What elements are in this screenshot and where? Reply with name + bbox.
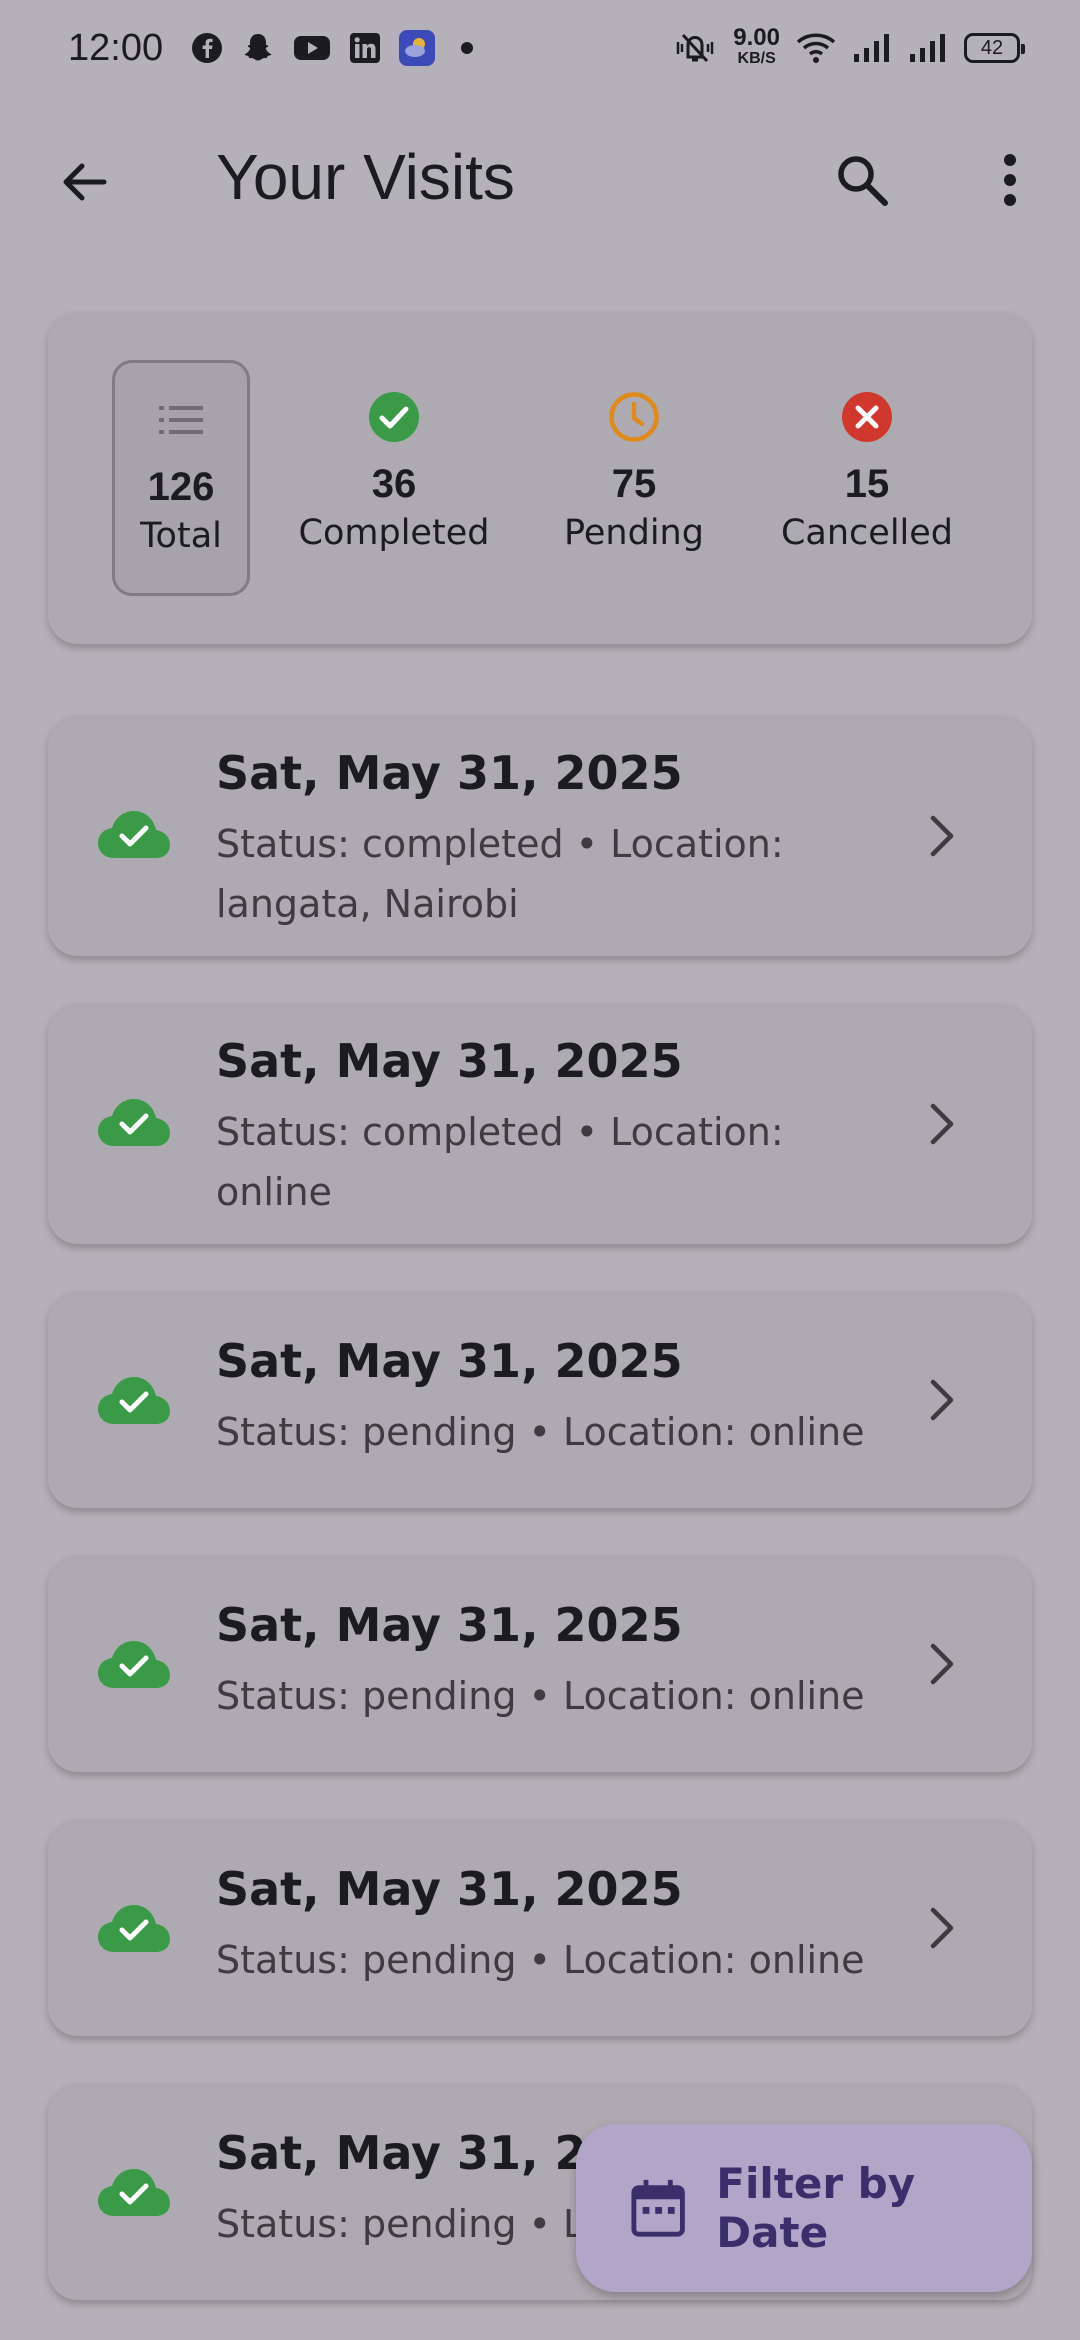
weather-app-icon [399,30,436,66]
stat-label: Cancelled [780,513,954,553]
snapchat-icon [241,31,275,65]
visit-list-item[interactable]: Sat, May 31, 2025 Status: pending • Loca… [48,1820,1032,2036]
visit-date: Sat, May 31, 2025 [216,1334,683,1388]
visit-subtitle: Status: pending • Location: online [216,1674,865,1718]
filter-by-date-button[interactable]: Filter by Date [576,2124,1032,2292]
cloud-done-icon [98,1377,170,1424]
stat-total[interactable]: 126 Total [112,360,250,596]
net-speed: 9.00 KB/S [733,25,780,68]
stat-count: 15 [844,462,890,506]
list-icon [154,393,208,447]
check-circle-icon [367,390,421,444]
visit-subtitle: Status: completed • Location: langata, N… [216,814,856,934]
more-options-button[interactable] [978,148,1042,212]
visit-list-item[interactable]: Sat, May 31, 2025 Status: pending • Loca… [48,1292,1032,1508]
more-vert-icon [1004,154,1016,206]
back-arrow-icon [63,163,107,201]
chevron-right-icon [914,1636,970,1692]
stat-pending[interactable]: 75 Pending [556,360,712,596]
visit-list-item[interactable]: Sat, May 31, 2025 Status: pending • Loca… [48,1556,1032,1772]
stat-count: 36 [371,462,417,506]
fab-label: Filter by Date [716,2159,916,2257]
stat-count: 126 [147,465,215,509]
cloud-done-icon [98,811,170,858]
chevron-right-icon [914,1372,970,1428]
clock-icon [607,390,661,444]
back-button[interactable] [52,150,116,214]
visit-date: Sat, May 31, 2025 [216,746,683,800]
chevron-right-icon [914,1900,970,1956]
visit-subtitle-line: Status: completed • Location: [216,822,784,866]
app-bar: Your Visits [0,120,1080,240]
page-title: Your Visits [216,141,515,213]
visit-subtitle: Status: pending • Location: online [216,1410,865,1454]
stat-completed[interactable]: 36 Completed [298,360,490,596]
cloud-done-icon [98,1099,170,1146]
visit-subtitle-line: online [216,1170,332,1214]
chevron-right-icon [914,1096,970,1152]
cancel-circle-icon [840,390,894,444]
net-speed-value: 9.00 [733,23,780,51]
visit-summary-card: 126 Total 36 Completed 75 Pending 15 Can… [48,312,1032,644]
cloud-done-icon [98,1641,170,1688]
visit-list-item[interactable]: Sat, May 31, 2025 Status: completed • Lo… [48,1004,1032,1244]
vibrate-mute-icon [673,30,717,66]
status-bar: 12:00 9.00 KB/S 42 [0,0,1080,96]
visit-subtitle: Status: pending • Location: online [216,1938,865,1982]
signal-icon [908,32,948,64]
stat-count: 75 [611,462,657,506]
wifi-icon [796,31,836,65]
visit-date: Sat, May 31, 2025 [216,1034,683,1088]
facebook-icon [191,32,223,64]
dot-icon [453,34,481,62]
stat-label: Pending [564,513,704,553]
calendar-icon [631,2179,685,2237]
cloud-done-icon [98,1905,170,1952]
net-speed-unit: KB/S [737,49,776,67]
visit-subtitle-line: langata, Nairobi [216,882,519,926]
search-icon [838,156,888,206]
visit-subtitle: Status: completed • Location: online [216,1102,856,1222]
stat-cancelled[interactable]: 15 Cancelled [774,360,960,596]
visit-date: Sat, May 31, 2025 [216,1598,683,1652]
status-time: 12:00 [68,26,164,69]
visit-list-item[interactable]: Sat, May 31, 2025 Status: completed • Lo… [48,716,1032,956]
chevron-right-icon [914,808,970,864]
stat-label: Completed [298,513,490,553]
visit-date: Sat, May 31, 2025 [216,1862,683,1916]
linkedin-icon [349,32,381,64]
cloud-done-icon [98,2169,170,2216]
battery-indicator: 42 [964,33,1025,63]
youtube-icon [293,33,331,63]
signal-icon [852,32,892,64]
stat-label: Total [140,516,222,556]
search-button[interactable] [830,148,894,212]
visit-subtitle-line: Status: completed • Location: [216,1110,784,1154]
